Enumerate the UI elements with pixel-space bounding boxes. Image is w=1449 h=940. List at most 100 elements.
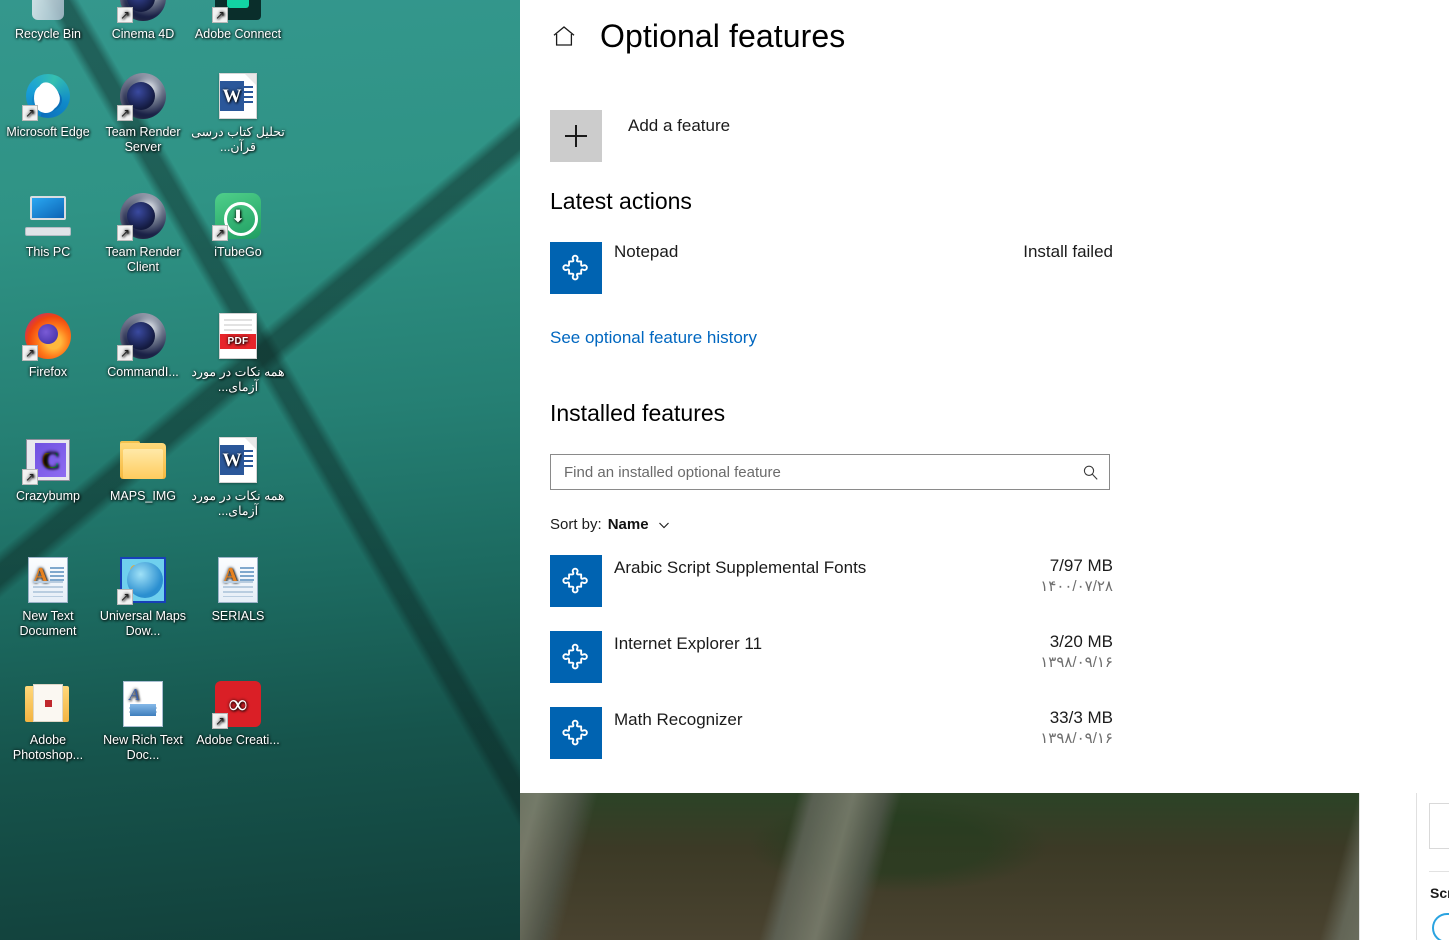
desktop-icon-label: SERIALS: [211, 609, 265, 623]
rounded-control[interactable]: [1432, 913, 1449, 940]
sort-by-value: Name: [607, 516, 649, 533]
desktop-icon[interactable]: Adobe Photoshop...: [0, 680, 96, 763]
desktop-icon[interactable]: A SERIALS: [190, 556, 286, 624]
sort-by-label: Sort by:: [550, 516, 602, 533]
desktop-icon-glyph: A: [119, 680, 167, 728]
shortcut-arrow-icon: ↗: [117, 225, 133, 241]
installed-feature-row[interactable]: Arabic Script Supplemental Fonts 7/97 MB ۱…: [550, 555, 1449, 607]
installed-feature-date: ۱۳۹۸/۰۹/۱۶: [1040, 654, 1113, 671]
desktop-icon[interactable]: Recycle Bin: [0, 0, 96, 42]
desktop-icon-glyph: ↗: [212, 0, 262, 23]
desktop-icon-label: تحلیل کتاب درسی قرآن...: [191, 125, 285, 154]
desktop-icon[interactable]: A New Text Document: [0, 556, 96, 639]
shortcut-arrow-icon: ↗: [22, 345, 38, 361]
page-title: Optional features: [600, 18, 846, 54]
desktop-icon[interactable]: MAPS_IMG: [95, 436, 191, 504]
desktop-icon[interactable]: ↗ Universal Maps Dow...: [95, 556, 191, 639]
search-icon[interactable]: [1082, 464, 1099, 481]
desktop-icon-label: همه نکات در مورد آزمای...: [191, 365, 285, 394]
shortcut-arrow-icon: ↗: [212, 713, 228, 729]
section-divider: [1429, 871, 1449, 872]
desktop-icon-glyph: [24, 680, 72, 728]
desktop-icon[interactable]: ↗ Team Render Server: [95, 72, 191, 155]
desktop-icon[interactable]: C ↗ Crazybump: [0, 436, 96, 504]
installed-feature-row[interactable]: Internet Explorer 11 3/20 MB ۱۳۹۸/۰۹/۱۶: [550, 631, 1449, 683]
desktop-icon[interactable]: ⬇ ↗ iTubeGo: [190, 192, 286, 260]
desktop-icon-label: Crazybump: [16, 489, 80, 503]
shortcut-arrow-icon: ↗: [117, 7, 133, 23]
desktop-icon[interactable]: ↗ Microsoft Edge: [0, 72, 96, 140]
home-icon[interactable]: [550, 22, 578, 50]
search-box[interactable]: [550, 454, 1110, 490]
latest-action-status: Install failed: [1023, 242, 1113, 261]
desktop-icon-label: Adobe Creati...: [196, 733, 280, 747]
desktop-icon-label: Team Render Client: [105, 245, 181, 274]
shortcut-arrow-icon: ↗: [212, 7, 228, 23]
desktop-icon-glyph: [119, 436, 167, 484]
latest-action-row[interactable]: Notepad Install failed: [550, 242, 1449, 294]
desktop-icon-label: Microsoft Edge: [6, 125, 90, 139]
chevron-down-icon[interactable]: [657, 518, 671, 532]
desktop-icon[interactable]: W تحلیل کتاب درسی قرآن...: [190, 72, 286, 155]
desktop-icon-label: CommandI...: [107, 365, 179, 379]
installed-features-list: Arabic Script Supplemental Fonts 7/97 MB ۱…: [550, 555, 1449, 759]
desktop-icon-glyph: ↗: [117, 0, 167, 23]
see-optional-feature-history-link[interactable]: See optional feature history: [550, 328, 757, 348]
desktop-icon-glyph: ↗: [22, 72, 72, 121]
desktop-icon-label: Adobe Connect: [194, 27, 282, 41]
installed-feature-date: ۱۳۹۸/۰۹/۱۶: [1040, 730, 1113, 747]
desktop-icon-label: Adobe Photoshop...: [12, 733, 84, 762]
desktop-icon-label: Cinema 4D: [111, 27, 175, 41]
desktop-icon-glyph: ↗: [117, 72, 167, 121]
desktop-icon-glyph: ↗: [117, 556, 167, 605]
desktop-icon-glyph: ↗: [117, 192, 167, 241]
desktop-icon[interactable]: ↗ CommandI...: [95, 312, 191, 380]
pane-divider: [1416, 793, 1417, 940]
shortcut-arrow-icon: ↗: [22, 469, 38, 485]
latest-actions-list: Notepad Install failed: [550, 242, 1449, 294]
download-icon[interactable]: [1429, 803, 1449, 849]
desktop-icon-label: Recycle Bin: [15, 27, 81, 41]
desktop-icon-glyph: [24, 0, 72, 22]
shortcut-arrow-icon: ↗: [117, 345, 133, 361]
installed-feature-name: Internet Explorer 11: [614, 634, 763, 653]
desktop-icon[interactable]: PDF همه نکات در مورد آزمای...: [190, 312, 286, 395]
desktop-icon-glyph: ∞ ↗: [212, 680, 262, 729]
installed-feature-name: Math Recognizer: [614, 710, 743, 729]
shortcut-arrow-icon: ↗: [117, 589, 133, 605]
installed-feature-name: Arabic Script Supplemental Fonts: [614, 558, 867, 577]
desktop-icon-glyph: ↗: [22, 312, 72, 361]
installed-feature-size: 33/3 MB: [1049, 708, 1113, 727]
latest-actions-heading: Latest actions: [550, 188, 692, 214]
desktop-icon[interactable]: W همه نکات در مورد آزمای...: [190, 436, 286, 519]
desktop-icon[interactable]: ↗ Adobe Connect: [190, 0, 286, 42]
desktop-icon[interactable]: ↗ Firefox: [0, 312, 96, 380]
desktop-icon-label: iTubeGo: [214, 245, 262, 259]
desktop-icon-label: New Text Document: [19, 609, 77, 638]
sort-by-control[interactable]: Sort by: Name: [550, 516, 1449, 533]
desktop-icon[interactable]: ∞ ↗ Adobe Creati...: [190, 680, 286, 748]
desktop-icon[interactable]: This PC: [0, 192, 96, 260]
add-a-feature-label: Add a feature: [628, 116, 731, 135]
desktop-icon[interactable]: ↗ Team Render Client: [95, 192, 191, 275]
desktop-icon[interactable]: ↗ Cinema 4D: [95, 0, 191, 42]
desktop-icon-label: Firefox: [28, 365, 68, 379]
desktop-icon-glyph: C ↗: [22, 436, 72, 485]
desktop-icon-glyph: ↗: [117, 312, 167, 361]
desktop-icon-label: This PC: [25, 245, 71, 259]
desktop-icon-glyph: A: [214, 556, 262, 604]
puzzle-piece-icon: [550, 631, 602, 683]
desktop-icon-label: New Rich Text Doc...: [103, 733, 183, 762]
puzzle-piece-icon: [550, 707, 602, 759]
partial-background-window[interactable]: Scr: [1359, 793, 1449, 940]
installed-feature-row[interactable]: Math Recognizer 33/3 MB ۱۳۹۸/۰۹/۱۶: [550, 707, 1449, 759]
shortcut-arrow-icon: ↗: [117, 105, 133, 121]
desktop-icon-label: همه نکات در مورد آزمای...: [191, 489, 285, 518]
add-a-feature-button[interactable]: Add a feature: [550, 110, 1449, 162]
puzzle-piece-icon: [550, 555, 602, 607]
desktop-icon[interactable]: A New Rich Text Doc...: [95, 680, 191, 763]
search-input[interactable]: [564, 463, 1082, 481]
desktop-icon-label: MAPS_IMG: [110, 489, 176, 503]
shortcut-arrow-icon: ↗: [22, 105, 38, 121]
installed-feature-date: ۱۴۰۰/۰۷/۲۸: [1040, 578, 1113, 595]
